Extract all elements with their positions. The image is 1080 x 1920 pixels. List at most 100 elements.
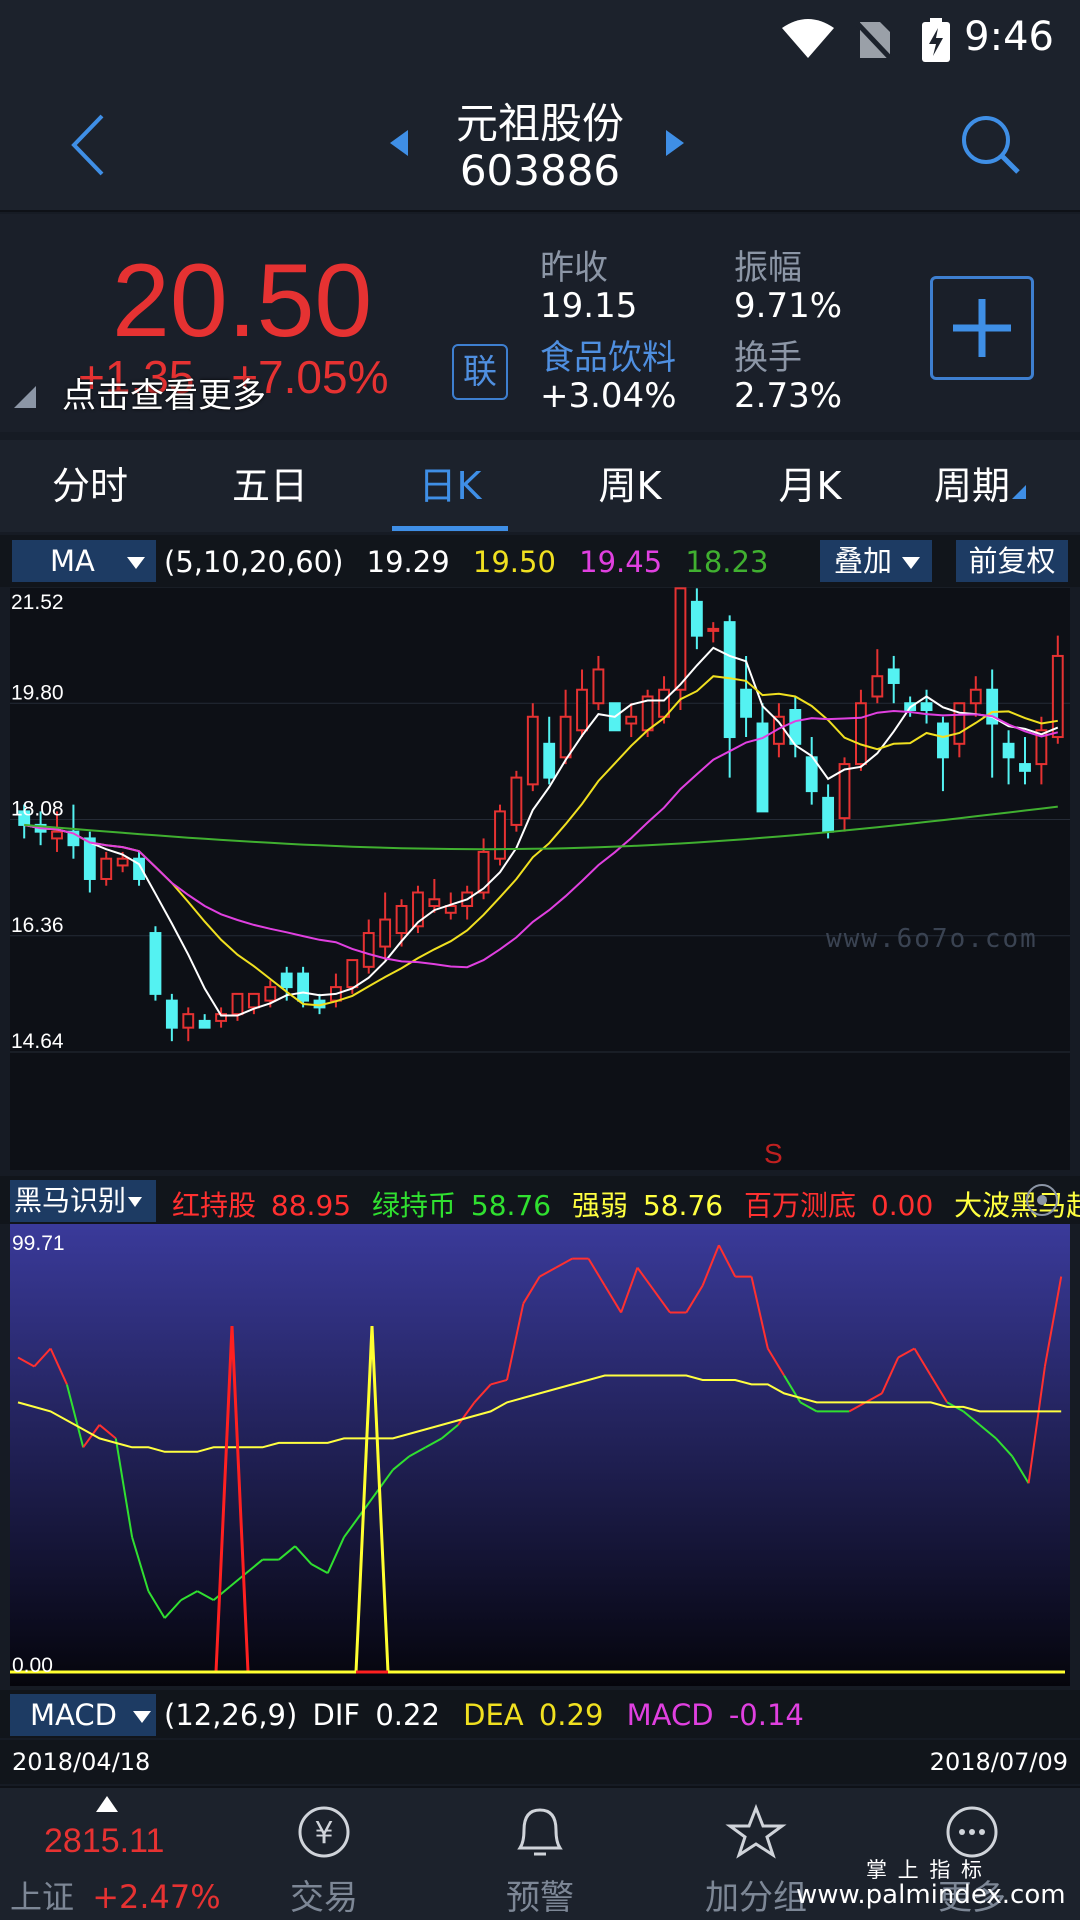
candle-body — [1019, 763, 1031, 772]
ma-bar: MA (5,10,20,60) 19.29 19.50 19.45 18.23 … — [0, 535, 1080, 587]
candle-body — [182, 1013, 195, 1029]
candle-body — [740, 688, 752, 718]
corner-triangle-icon — [1012, 485, 1026, 499]
macd-dropdown[interactable]: MACD — [10, 1694, 156, 1736]
candle-body — [100, 857, 113, 880]
quote-panel: 20.50 +1.35 +7.05% 点击查看更多 联 昨收 19.15 食品饮… — [0, 214, 1080, 432]
y-tick-label: 21.52 — [11, 591, 64, 614]
turnover-label: 换手 — [734, 338, 802, 378]
candle-body — [51, 830, 63, 840]
nav-trade[interactable]: ¥ 交易 — [224, 1788, 424, 1920]
overlay-label: 叠加 — [834, 544, 893, 578]
current-price: 20.50 — [112, 243, 373, 359]
index-change: +2.47% — [92, 1878, 221, 1916]
candle-body — [280, 972, 293, 989]
tab-monthly-k[interactable]: 月K — [740, 440, 880, 532]
adjust-button[interactable]: 前复权 — [956, 540, 1068, 582]
indicator-values: 红持股 88.95 绿持币 58.76 强弱 58.76 百万测底 0.00 大… — [172, 1184, 1080, 1224]
candle-body — [165, 999, 178, 1029]
candle-body — [707, 627, 720, 632]
candle-body — [247, 992, 260, 1009]
overlay-dropdown[interactable]: 叠加 — [820, 540, 932, 582]
indicator-dropdown[interactable]: 黑马识别 — [10, 1180, 156, 1222]
candle-body — [871, 675, 884, 698]
candle-body — [1051, 654, 1064, 739]
header: 元祖股份 603886 — [0, 76, 1080, 212]
series-strength-value: 58.76 — [642, 1189, 724, 1222]
candle-body — [690, 600, 703, 637]
candle-body — [526, 715, 539, 786]
ma-values: (5,10,20,60) 19.29 19.50 19.45 18.23 — [164, 545, 768, 579]
series-bottom-value: 0.00 — [870, 1189, 934, 1222]
candle-body — [379, 918, 392, 948]
candle-body — [559, 715, 572, 759]
indicator-background — [10, 1224, 1070, 1686]
candle-body — [149, 932, 162, 995]
ma-dropdown[interactable]: MA — [12, 540, 156, 582]
tab-daily-k[interactable]: 日K — [380, 440, 520, 532]
next-stock-icon[interactable] — [664, 128, 686, 158]
macd-dropdown-label: MACD — [30, 1698, 117, 1732]
battery-charging-icon — [922, 18, 950, 62]
ma20-value: 19.45 — [579, 545, 663, 579]
series-darkhorse-label: 大波黑马起 — [954, 1189, 1080, 1222]
index-ticker[interactable]: 2815.11 上证 +2.47% — [0, 1788, 221, 1920]
macd-params: (12,26,9) — [164, 1698, 298, 1732]
back-icon[interactable] — [68, 112, 108, 178]
ma60-value: 18.23 — [685, 545, 769, 579]
sector-change: +3.04% — [540, 376, 677, 416]
nav-alert-label: 预警 — [506, 1878, 574, 1918]
prev-close-value: 19.15 — [540, 286, 638, 326]
dea-label: DEA — [463, 1698, 524, 1732]
y-tick-label: 19.80 — [11, 681, 64, 704]
tab-weekly-k[interactable]: 周K — [560, 440, 700, 532]
candle-body — [198, 1019, 211, 1029]
ma-dropdown-label: MA — [50, 544, 95, 578]
candle-body — [576, 688, 588, 732]
tab-five-day[interactable]: 五日 — [200, 440, 340, 532]
watermark-url: www.palmindex.com — [796, 1880, 1066, 1910]
corner-triangle-icon — [14, 386, 36, 408]
ma-params: (5,10,20,60) — [164, 545, 344, 579]
nav-alert[interactable]: 预警 — [440, 1788, 640, 1920]
candle-body — [855, 702, 867, 766]
index-line: 上证 +2.47% — [10, 1872, 221, 1918]
add-watchlist-button[interactable] — [930, 276, 1034, 380]
link-button[interactable]: 联 — [452, 344, 508, 400]
y-tick-label: 14.64 — [11, 1030, 64, 1053]
tab-period[interactable]: 周期 — [910, 440, 1050, 532]
active-tab-indicator — [392, 526, 508, 531]
nav-trade-label: 交易 — [290, 1878, 358, 1918]
start-date: 2018/04/18 — [12, 1748, 151, 1776]
sector-label[interactable]: 食品饮料 — [540, 330, 676, 379]
tab-period-label: 周期 — [933, 464, 1010, 508]
plus-icon — [953, 299, 1011, 357]
index-name: 上证 — [10, 1878, 75, 1916]
search-icon[interactable] — [958, 112, 1022, 176]
chevron-down-icon — [132, 1711, 151, 1723]
macd-values: (12,26,9) DIF 0.22 DEA 0.29 MACD -0.14 — [164, 1698, 804, 1732]
prev-close-label: 昨收 — [540, 248, 608, 288]
index-value: 2815.11 — [44, 1822, 165, 1860]
macd-bar: MACD (12,26,9) DIF 0.22 DEA 0.29 MACD -0… — [0, 1690, 1080, 1738]
kline-chart[interactable]: 21.52 19.80 18.08 16.36 14.64 www.6o7o.com S — [10, 587, 1070, 1170]
candle-body — [822, 796, 835, 833]
chevron-down-icon — [902, 557, 921, 569]
amplitude-value: 9.71% — [734, 286, 843, 326]
series-red-hold-label: 红持股 — [172, 1189, 257, 1222]
candle-body — [494, 810, 506, 860]
more-icon — [946, 1806, 998, 1858]
candle-body — [674, 587, 687, 691]
macd-value: -0.14 — [728, 1698, 804, 1732]
indicator-chart[interactable]: 99.71 0.00 — [10, 1224, 1070, 1686]
candle-body — [297, 972, 310, 1002]
candle-body — [920, 702, 933, 712]
sell-signal-label: S — [764, 1138, 783, 1169]
chevron-down-icon — [128, 1197, 143, 1207]
candle-body — [346, 959, 359, 989]
ma10-value: 19.50 — [472, 545, 556, 579]
series-green-cash-label: 绿持币 — [372, 1189, 457, 1222]
tab-intraday[interactable]: 分时 — [20, 440, 160, 532]
more-hint[interactable]: 点击查看更多 — [62, 368, 266, 417]
indicator-settings-icon[interactable] — [1024, 1182, 1060, 1218]
